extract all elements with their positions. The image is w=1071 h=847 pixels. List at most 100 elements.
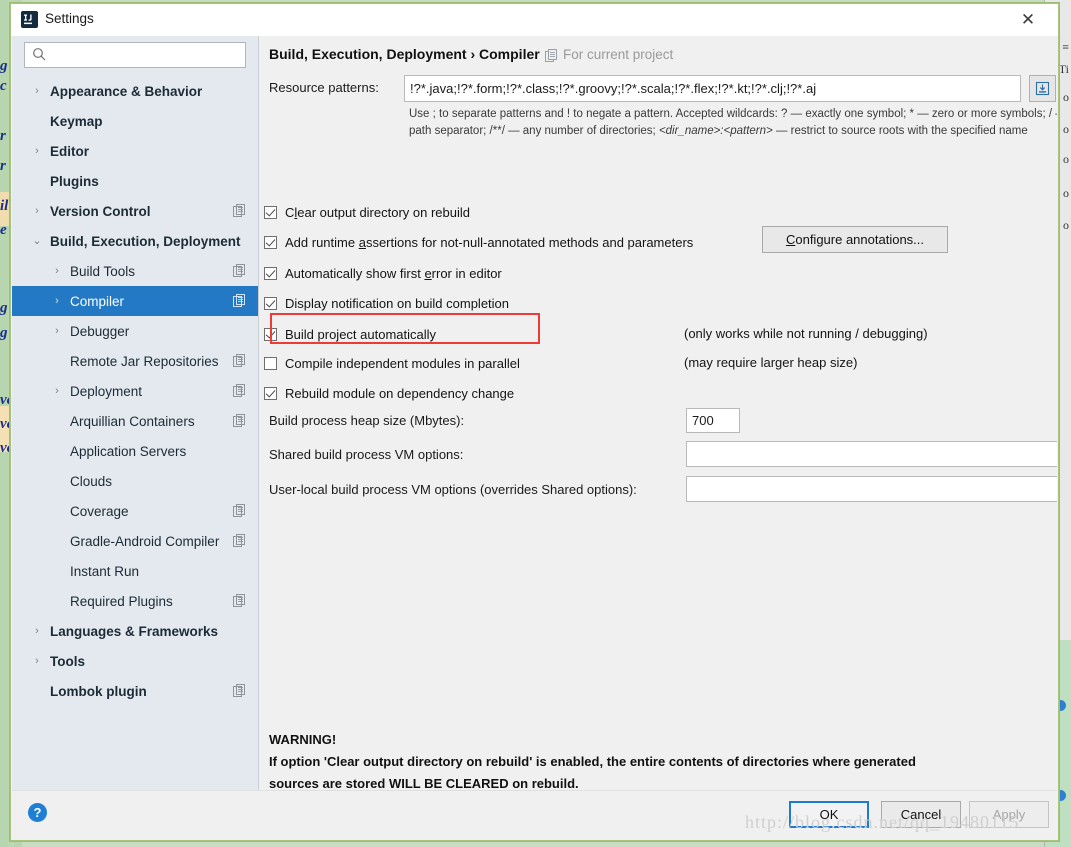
sidebar-item-keymap[interactable]: Keymap [12, 106, 258, 136]
checkbox-indicator[interactable] [264, 327, 277, 341]
sidebar-item-remote-jar-repositories[interactable]: Remote Jar Repositories [12, 346, 258, 376]
sidebar-item-debugger[interactable]: › Debugger [12, 316, 258, 346]
sidebar-item-deployment[interactable]: › Deployment [12, 376, 258, 406]
project-scope-icon [233, 534, 245, 547]
search-box [24, 42, 246, 68]
warning-text: WARNING! If option 'Clear output directo… [269, 729, 1029, 792]
checkbox-label: Display notification on build completion [285, 295, 510, 311]
sidebar-item-gradle-android-compiler[interactable]: Gradle-Android Compiler [12, 526, 258, 556]
sidebar-item-clouds[interactable]: Clouds [12, 466, 258, 496]
checkbox-indicator[interactable] [264, 356, 277, 370]
checkbox-label: Add runtime assertions for not-null-anno… [285, 234, 694, 250]
ok-button[interactable]: OK [789, 801, 869, 828]
hint-line-3: with the specified name [907, 125, 1028, 137]
chevron-right-icon: › [35, 84, 39, 97]
sidebar-item-coverage[interactable]: Coverage [12, 496, 258, 526]
sidebar-item-build-execution-deployment[interactable]: ⌄ Build, Execution, Deployment [12, 226, 258, 256]
dialog-titlebar: Settings ✕ [11, 4, 1058, 37]
checkbox-build-project-automatically[interactable]: Build project automatically [264, 323, 436, 345]
sidebar-item-label: Deployment [70, 383, 143, 399]
project-scope-icon [233, 384, 245, 397]
checkbox-clear-output-directory-on-rebuild[interactable]: Clear output directory on rebuild [264, 201, 470, 223]
project-scope-icon [233, 414, 245, 427]
checkbox-indicator[interactable] [264, 266, 277, 280]
breadcrumb: Build, Execution, Deployment › Compiler [269, 46, 540, 62]
warning-heading: WARNING! [269, 732, 337, 747]
ide-right-marker: Ti [1058, 62, 1069, 76]
apply-button[interactable]: Apply [969, 801, 1049, 828]
checkbox-add-runtime-assertions-for-not-null-annotated-methods-and-parameters[interactable]: Add runtime assertions for not-null-anno… [264, 231, 693, 253]
cancel-button[interactable]: Cancel [881, 801, 961, 828]
sidebar-item-label: Clouds [70, 473, 113, 489]
project-scope-icon [233, 504, 245, 517]
heap-size-label: Build process heap size (Mbytes): [269, 413, 465, 428]
heap-size-input[interactable] [686, 408, 740, 433]
compiler-settings-pane: Build, Execution, Deployment › Compiler … [259, 36, 1057, 792]
sidebar-item-lombok-plugin[interactable]: Lombok plugin [12, 676, 258, 706]
expand-editor-icon[interactable] [1029, 75, 1056, 102]
checkbox-label: Clear output directory on rebuild [285, 204, 470, 220]
project-scope-icon [233, 204, 245, 217]
shared-vm-options-label: Shared build process VM options: [269, 447, 464, 462]
sidebar-item-required-plugins[interactable]: Required Plugins [12, 586, 258, 616]
checkbox-indicator[interactable] [264, 386, 277, 400]
resource-patterns-input[interactable] [404, 75, 1021, 102]
chevron-right-icon: › [55, 264, 59, 277]
checkbox-rebuild-module-on-dependency-change[interactable]: Rebuild module on dependency change [264, 382, 514, 404]
checkbox-compile-independent-modules-in-parallel[interactable]: Compile independent modules in parallel [264, 352, 520, 374]
checkbox-automatically-show-first-error-in-editor[interactable]: Automatically show first error in editor [264, 262, 502, 284]
dialog-title: Settings [45, 11, 94, 26]
project-scope-icon [233, 264, 245, 277]
project-scope-icon [233, 294, 245, 307]
sidebar-item-label: Appearance & Behavior [50, 83, 203, 99]
sidebar-item-appearance-behavior[interactable]: › Appearance & Behavior [12, 76, 258, 106]
sidebar-item-languages-frameworks[interactable]: › Languages & Frameworks [12, 616, 258, 646]
chevron-down-icon: ⌄ [32, 234, 42, 247]
checkbox-indicator[interactable] [264, 235, 277, 249]
sidebar-item-label: Keymap [50, 113, 103, 129]
sidebar-item-tools[interactable]: › Tools [12, 646, 258, 676]
sidebar-item-version-control[interactable]: › Version Control [12, 196, 258, 226]
sidebar-item-label: Debugger [70, 323, 130, 339]
sidebar-item-label: Build, Execution, Deployment [50, 233, 241, 249]
sidebar-item-instant-run[interactable]: Instant Run [12, 556, 258, 586]
breadcrumb-scope-label: For current project [563, 47, 674, 62]
ide-right-marker: o [1063, 122, 1069, 136]
hint-line-2c: — restrict to source roots [772, 125, 905, 137]
checkbox-indicator[interactable] [264, 296, 277, 310]
checkbox-indicator[interactable] [264, 205, 277, 219]
resource-patterns-hint: Use ; to separate patterns and ! to nega… [409, 106, 1057, 140]
sidebar-item-label: Instant Run [70, 563, 140, 579]
sidebar-item-label: Gradle-Android Compiler [70, 533, 220, 549]
checkbox-label: Build project automatically [285, 326, 437, 342]
user-local-vm-options-input[interactable] [686, 476, 1057, 502]
sidebar-item-label: Application Servers [70, 443, 187, 459]
configure-annotations-button[interactable]: Configure annotations... [762, 226, 948, 253]
settings-tree: › Appearance & Behavior Keymap › Editor Plugi… [12, 76, 258, 792]
sidebar-item-label: Tools [50, 653, 85, 669]
project-scope-icon [233, 354, 245, 367]
sidebar-item-label: Editor [50, 143, 89, 159]
shared-vm-options-input[interactable] [686, 441, 1057, 467]
checkbox-display-notification-on-build-completion[interactable]: Display notification on build completion [264, 292, 509, 314]
checkbox-label: Compile independent modules in parallel [285, 355, 520, 371]
sidebar-item-compiler[interactable]: › Compiler [12, 286, 258, 316]
sidebar-item-arquillian-containers[interactable]: Arquillian Containers [12, 406, 258, 436]
ide-right-marker: o [1063, 152, 1069, 166]
ide-right-marker: o [1063, 90, 1069, 104]
warning-line-1: If option 'Clear output directory on reb… [269, 754, 916, 769]
checkbox-label: Automatically show first error in editor [285, 265, 502, 281]
sidebar-item-application-servers[interactable]: Application Servers [12, 436, 258, 466]
sidebar-item-plugins[interactable]: Plugins [12, 166, 258, 196]
chevron-right-icon: › [35, 144, 39, 157]
help-icon[interactable]: ? [28, 803, 47, 822]
sidebar-item-editor[interactable]: › Editor [12, 136, 258, 166]
chevron-right-icon: › [55, 294, 59, 307]
sidebar-item-label: Build Tools [70, 263, 136, 279]
chevron-right-icon: › [35, 204, 39, 217]
search-input[interactable] [24, 42, 246, 68]
sidebar-item-build-tools[interactable]: › Build Tools [12, 256, 258, 286]
resource-patterns-label: Resource patterns: [269, 80, 379, 95]
close-icon[interactable]: ✕ [1006, 4, 1050, 36]
sidebar-item-label: Compiler [70, 293, 125, 309]
